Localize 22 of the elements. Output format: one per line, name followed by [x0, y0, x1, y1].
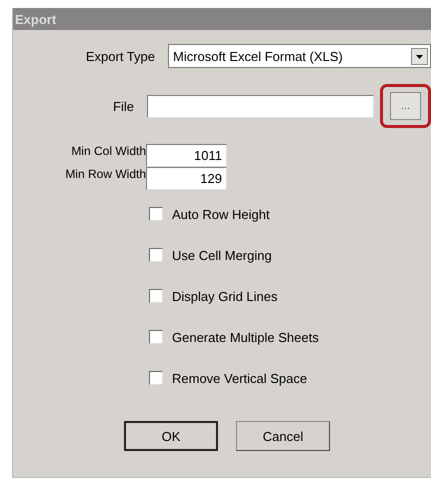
checkbox[interactable]	[149, 207, 163, 221]
cancel-button[interactable]: Cancel	[236, 421, 330, 451]
ok-button[interactable]: OK	[124, 421, 218, 451]
checkbox[interactable]	[149, 289, 163, 303]
field-label: Min Col Width	[70, 144, 146, 158]
checkbox-label[interactable]: Remove Vertical Space	[172, 370, 308, 386]
checkbox[interactable]	[149, 248, 163, 262]
checkbox-label[interactable]: Auto Row Height	[172, 206, 270, 222]
checkbox[interactable]	[149, 371, 163, 385]
export-type-dropdown[interactable]: Microsoft Excel Format (XLS)	[168, 44, 431, 68]
browse-button[interactable]: ...	[390, 92, 422, 120]
checkbox-label[interactable]: Generate Multiple Sheets	[172, 330, 319, 344]
min-row-width-field[interactable]: 129	[146, 167, 227, 190]
checkbox-label[interactable]: Use Cell Merging	[172, 248, 272, 262]
checkbox[interactable]	[149, 330, 163, 344]
window-title: Export	[15, 12, 56, 26]
min-col-width-field[interactable]: 1011	[146, 144, 227, 167]
field-label: Export Type	[84, 48, 155, 64]
checkbox-label[interactable]: Display Grid Lines	[172, 288, 278, 304]
field-label: File	[112, 98, 134, 114]
field-label: Min Row Width	[64, 167, 146, 181]
file-field[interactable]	[147, 94, 374, 118]
